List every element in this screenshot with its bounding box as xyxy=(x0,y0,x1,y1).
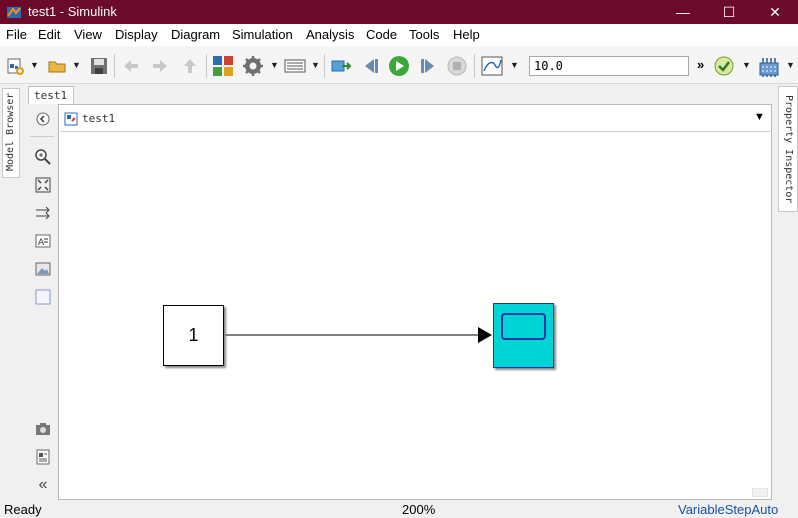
signal-line-layer xyxy=(225,327,492,343)
scope-block[interactable] xyxy=(493,303,554,368)
zoom-level: 200% xyxy=(402,502,436,517)
status-bar: Ready 200% VariableStepAuto xyxy=(0,502,798,518)
signal-arrow xyxy=(478,327,492,343)
scope-screen xyxy=(501,313,546,340)
solver-link[interactable]: VariableStepAuto xyxy=(678,502,778,517)
status-state: Ready xyxy=(4,502,42,517)
resize-grip[interactable] xyxy=(752,488,768,497)
constant-block[interactable]: 1 xyxy=(163,305,224,366)
